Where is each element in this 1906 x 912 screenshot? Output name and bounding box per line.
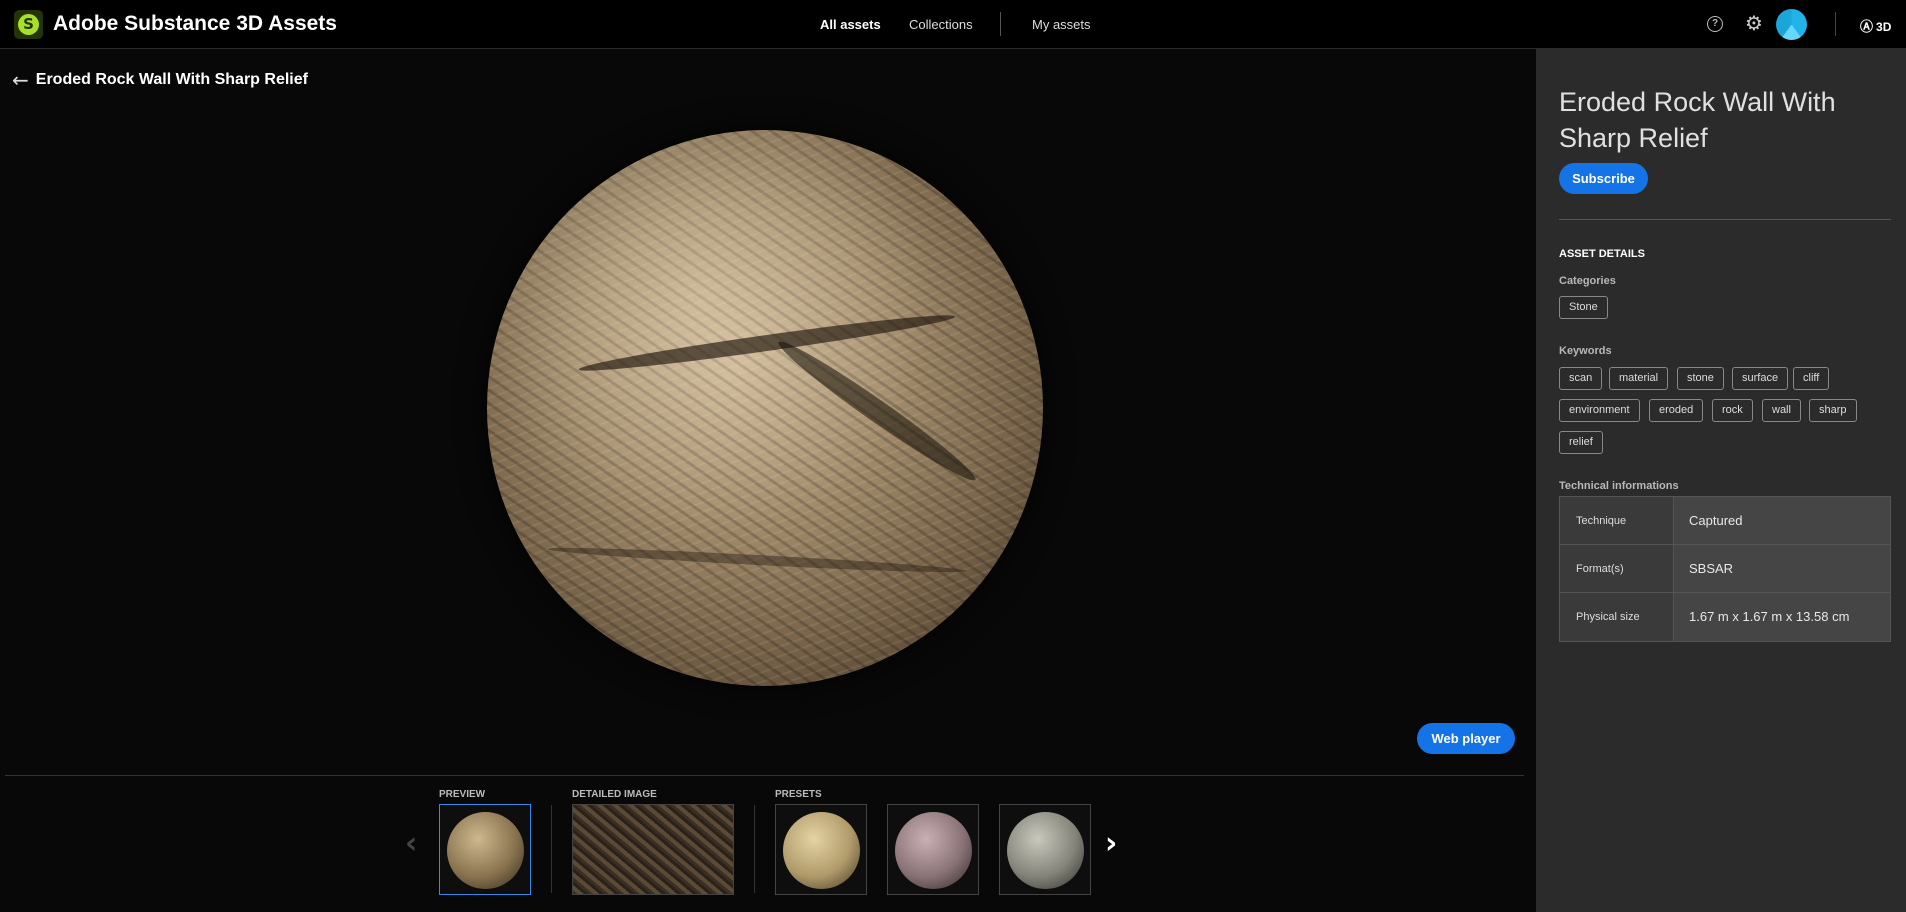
thumbnail-preset-grey[interactable] (999, 804, 1091, 895)
avatar[interactable] (1776, 9, 1807, 40)
keyword-tag[interactable]: surface (1732, 367, 1789, 390)
thumbnail-preview[interactable] (439, 804, 531, 895)
thumbnail-separator (754, 805, 755, 893)
header-divider (1835, 12, 1836, 36)
top-bar: S Adobe Substance 3D Assets All assets C… (0, 0, 1906, 49)
keyword-tag[interactable]: wall (1762, 399, 1801, 422)
substance-logo[interactable]: S (14, 10, 43, 39)
nav-divider (1000, 12, 1001, 36)
keyword-tag[interactable]: material (1609, 367, 1669, 390)
technical-info-label: Technical informations (1559, 480, 1679, 492)
adobe-logo-icon: Ⓐ (1860, 20, 1874, 35)
material-preview-sphere[interactable] (487, 130, 1043, 686)
thumbnail-image (447, 811, 524, 889)
thumbnail-strip-divider (5, 775, 1524, 776)
technique-value: Captured (1674, 497, 1890, 544)
rock-crack (577, 308, 957, 378)
gear-icon[interactable]: ⚙ (1743, 11, 1765, 35)
thumbnail-image (895, 811, 972, 889)
category-tag[interactable]: Stone (1559, 296, 1608, 319)
table-row: Physical size 1.67 m x 1.67 m x 13.58 cm (1560, 593, 1890, 641)
thumbnail-preset-mauve[interactable] (887, 804, 979, 895)
panel-title: Eroded Rock Wall With Sharp Relief (1559, 87, 1836, 153)
keyword-tag[interactable]: sharp (1809, 399, 1857, 422)
chevron-left-icon[interactable]: ‹ (405, 824, 417, 864)
adobe-3d-logo[interactable]: Ⓐ 3D (1860, 16, 1891, 35)
keyword-tag[interactable]: stone (1677, 367, 1724, 390)
table-row: Format(s) SBSAR (1560, 545, 1890, 593)
technical-info-table: Technique Captured Format(s) SBSAR Physi… (1559, 496, 1891, 642)
section-label-detailed-image: DETAILED IMAGE (572, 789, 657, 800)
table-row: Technique Captured (1560, 497, 1890, 545)
keyword-tag[interactable]: relief (1559, 431, 1603, 454)
help-icon[interactable]: ? (1707, 16, 1723, 32)
substance-logo-icon: S (18, 14, 39, 35)
keyword-tag[interactable]: eroded (1649, 399, 1704, 422)
categories-label: Categories (1559, 275, 1616, 287)
adobe-3d-label: 3D (1876, 20, 1892, 34)
app-title[interactable]: Adobe Substance 3D Assets (53, 12, 337, 36)
arrow-left-icon[interactable]: ← (12, 70, 29, 90)
physical-size-value: 1.67 m x 1.67 m x 13.58 cm (1674, 593, 1890, 641)
formats-key: Format(s) (1560, 545, 1674, 592)
back-navigation[interactable]: ← Eroded Rock Wall With Sharp Relief (12, 70, 308, 90)
asset-info-panel: Eroded Rock Wall With Sharp Relief Subsc… (1536, 49, 1906, 912)
physical-size-key: Physical size (1560, 593, 1674, 641)
rock-crack (772, 333, 982, 489)
asset-heading: Eroded Rock Wall With Sharp Relief (35, 71, 308, 88)
formats-value: SBSAR (1674, 545, 1890, 592)
web-player-button[interactable]: Web player (1417, 723, 1515, 754)
section-label-preview: PREVIEW (439, 789, 486, 800)
thumbnail-image (1007, 811, 1084, 889)
thumbnail-image (783, 811, 860, 889)
keyword-tag[interactable]: scan (1559, 367, 1603, 390)
panel-divider (1559, 219, 1891, 220)
thumbnail-separator (551, 805, 552, 893)
thumbnail-detailed-image[interactable] (572, 804, 734, 895)
subscribe-button[interactable]: Subscribe (1559, 163, 1648, 194)
nav-all-assets[interactable]: All assets (820, 17, 881, 32)
keyword-tag[interactable]: rock (1712, 399, 1753, 422)
keywords-label: Keywords (1559, 345, 1612, 357)
nav-collections[interactable]: Collections (909, 17, 973, 32)
rock-crack (547, 544, 967, 576)
keyword-tag[interactable]: cliff (1793, 367, 1830, 390)
keyword-tag[interactable]: environment (1559, 399, 1640, 422)
thumbnail-preset-beige[interactable] (775, 804, 867, 895)
chevron-right-icon[interactable]: › (1105, 824, 1117, 864)
section-label-presets: PRESETS (775, 789, 822, 800)
asset-details-heading: ASSET DETAILS (1559, 248, 1645, 260)
nav-my-assets[interactable]: My assets (1032, 17, 1091, 32)
technique-key: Technique (1560, 497, 1674, 544)
